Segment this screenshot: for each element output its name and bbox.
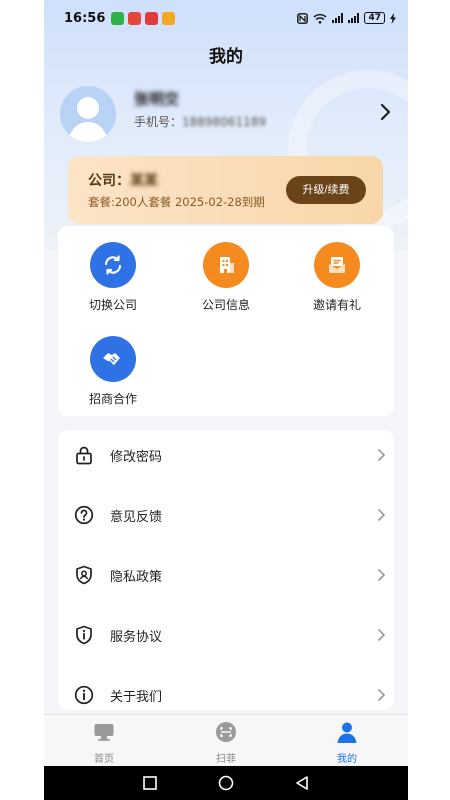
menu-label: 修改密码 xyxy=(110,449,163,465)
menu-item-feedback[interactable]: 意见反馈 xyxy=(58,485,394,545)
chevron-right-icon xyxy=(378,629,385,641)
tab-home[interactable]: 首页 xyxy=(64,721,144,765)
tab-scan[interactable]: 扫菲 xyxy=(186,721,266,765)
phone-screen: 16:56 47 我的 张明交 手机号：18898061189 公司：某某 套餐… xyxy=(44,0,408,800)
page-title: 我的 xyxy=(209,47,243,67)
monitor-icon xyxy=(94,724,114,741)
feature-switch-company[interactable]: 切换公司 xyxy=(58,242,168,313)
signal-icon xyxy=(348,13,360,23)
avatar-person-icon xyxy=(68,97,108,142)
phone-row: 手机号：18898061189 xyxy=(134,113,266,130)
avatar[interactable] xyxy=(60,86,116,142)
system-nav-bar xyxy=(44,766,408,800)
vip-company: 公司：某某 xyxy=(88,170,158,190)
feature-label: 邀请有礼 xyxy=(312,298,361,312)
tab-mine[interactable]: 我的 xyxy=(307,721,387,765)
menu-label: 隐私政策 xyxy=(110,569,163,585)
home-icon[interactable] xyxy=(218,775,234,791)
help-icon xyxy=(74,505,94,525)
recent-apps-icon[interactable] xyxy=(142,775,158,791)
upgrade-renew-button[interactable]: 升级/续费 xyxy=(286,176,366,204)
battery-level: 47 xyxy=(364,12,385,24)
phone-number: 18898061189 xyxy=(182,115,266,129)
tab-label: 首页 xyxy=(94,754,114,765)
chevron-right-icon xyxy=(378,509,385,521)
shield-info-icon xyxy=(76,625,92,645)
vip-card: 公司：某某 套餐:200人套餐 2025-02-28到期 升级/续费 xyxy=(68,156,383,224)
menu-label: 关于我们 xyxy=(110,689,163,705)
feature-grid: 切换公司 公司信息 邀请有礼 招商合作 xyxy=(58,226,394,416)
gift-mail-icon xyxy=(314,242,360,288)
bottom-tab-bar: 首页 扫菲 我的 xyxy=(44,714,408,766)
feature-label: 切换公司 xyxy=(88,298,137,312)
feature-partnership[interactable]: 招商合作 xyxy=(58,336,168,407)
wifi-icon xyxy=(314,13,327,24)
person-icon xyxy=(337,722,357,743)
app-notification-icon xyxy=(145,11,159,25)
feature-label: 公司信息 xyxy=(201,298,250,312)
building-icon xyxy=(203,242,249,288)
menu-label: 意见反馈 xyxy=(110,509,163,525)
tab-label: 我的 xyxy=(337,754,357,765)
tab-label: 扫菲 xyxy=(216,754,236,765)
switch-icon xyxy=(90,242,136,288)
status-right: 47 xyxy=(297,12,396,24)
feature-label: 招商合作 xyxy=(88,392,137,406)
app-notification-icon xyxy=(162,11,176,25)
app-notification-icon xyxy=(111,11,125,25)
status-bar: 16:56 47 xyxy=(44,0,408,36)
status-time: 16:56 xyxy=(64,10,106,26)
feature-company-info[interactable]: 公司信息 xyxy=(171,242,281,313)
back-icon[interactable] xyxy=(294,775,310,791)
menu-item-service-agreement[interactable]: 服务协议 xyxy=(58,605,394,665)
menu-label: 服务协议 xyxy=(110,629,163,645)
app-notification-icon xyxy=(128,11,142,25)
chevron-right-icon xyxy=(378,689,385,701)
lock-icon xyxy=(76,446,92,465)
chevron-right-icon[interactable] xyxy=(378,102,394,122)
signal-icon xyxy=(332,13,344,23)
scan-icon xyxy=(216,722,236,742)
shield-user-icon xyxy=(76,565,92,585)
charging-icon xyxy=(390,12,396,24)
menu-item-change-password[interactable]: 修改密码 xyxy=(58,430,394,485)
chevron-right-icon xyxy=(378,569,385,581)
plan-info: 套餐:200人套餐 2025-02-28到期 xyxy=(88,195,265,209)
feature-invite[interactable]: 邀请有礼 xyxy=(282,242,392,313)
user-name: 张明交 xyxy=(134,90,180,108)
company-label: 公司： xyxy=(88,173,130,189)
company-name: 某某 xyxy=(130,173,158,189)
chevron-right-icon xyxy=(378,449,385,461)
menu-item-about-us[interactable]: 关于我们 xyxy=(58,665,394,710)
phone-label: 手机号： xyxy=(134,115,183,129)
settings-list: 修改密码 意见反馈 隐私政策 服务协议 关于我们 xyxy=(58,430,394,710)
notification-icons xyxy=(111,11,176,25)
nfc-icon xyxy=(297,12,309,24)
info-icon xyxy=(74,685,94,705)
handshake-icon xyxy=(90,336,136,382)
menu-item-privacy-policy[interactable]: 隐私政策 xyxy=(58,545,394,605)
